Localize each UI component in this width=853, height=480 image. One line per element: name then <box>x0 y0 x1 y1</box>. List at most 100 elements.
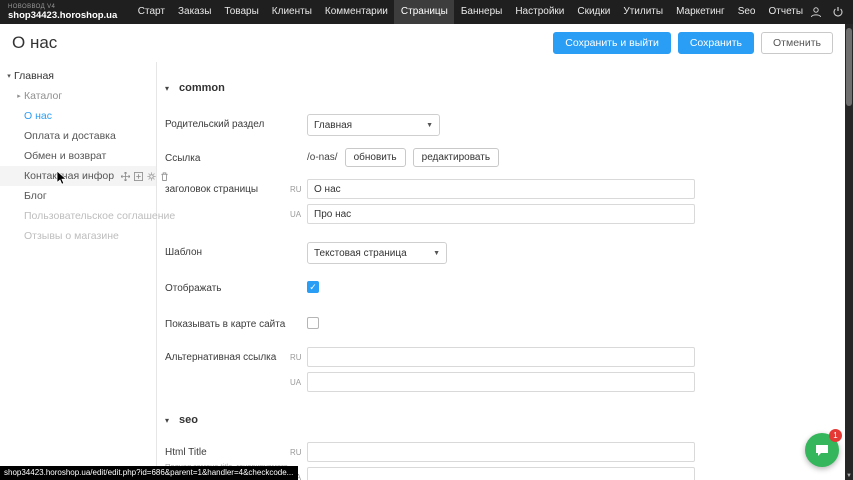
page-title: О нас <box>12 33 57 53</box>
page-title-ua-input[interactable] <box>307 204 695 224</box>
template-select[interactable]: Текстовая страница ▼ <box>307 242 447 264</box>
topbar-icons <box>810 6 845 19</box>
header-actions: Сохранить и выйти Сохранить Отменить <box>553 32 833 55</box>
field-label: Шаблон <box>165 242 290 260</box>
tree-item-shop-reviews[interactable]: Отзывы о магазине <box>0 226 156 246</box>
menu-item-pages[interactable]: Страницы <box>394 0 454 24</box>
scrollbar-thumb[interactable] <box>846 28 852 106</box>
body: ▾ Главная ▸ Каталог О нас Оплата и доста… <box>0 62 845 480</box>
tree-item-label: Контактная инфор <box>24 170 114 182</box>
field-label: Отображать <box>165 278 290 296</box>
form-row-link: Ссылка /o-nas/ обновить редактировать <box>165 148 845 167</box>
form-row-page-title: заголовок страницы RU UA <box>165 179 845 224</box>
menu-item-discounts[interactable]: Скидки <box>571 0 617 24</box>
save-and-exit-button[interactable]: Сохранить и выйти <box>553 32 671 55</box>
brand-logo[interactable]: НОВОВВОД V4 shop34423.horoshop.ua <box>8 4 117 21</box>
link-value: /o-nas/ <box>307 152 338 163</box>
link-preview-statusbar: shop34423.horoshop.ua/edit/edit.php?id=6… <box>0 466 298 480</box>
menu-item-clients[interactable]: Клиенты <box>265 0 318 24</box>
user-icon[interactable] <box>810 6 823 19</box>
selected-value: Главная <box>314 120 422 131</box>
lang-tag-ru: RU <box>290 185 304 194</box>
display-checkbox[interactable]: ✓ <box>307 281 319 293</box>
form-row-display: Отображать ✓ <box>165 278 845 296</box>
brand-domain: shop34423.horoshop.ua <box>8 11 117 21</box>
section-seo[interactable]: ▾ seo <box>165 414 845 426</box>
menu-item-orders[interactable]: Заказы <box>171 0 217 24</box>
section-title: common <box>179 82 225 94</box>
tree-item-label: Пользовательское соглашение <box>24 210 175 222</box>
lang-tag-ua: UA <box>290 210 304 219</box>
tree-item-payment-delivery[interactable]: Оплата и доставка <box>0 126 156 146</box>
field-label: Показывать в карте сайта <box>165 314 290 332</box>
caret-down-icon: ▾ <box>165 416 179 425</box>
alt-link-ua-input[interactable] <box>307 372 695 392</box>
caret-right-icon[interactable]: ▸ <box>14 92 24 100</box>
html-title-ua-input[interactable] <box>307 467 695 480</box>
tree-item-label: Блог <box>24 190 47 202</box>
menu-item-banners[interactable]: Баннеры <box>454 0 508 24</box>
tree-item-catalog[interactable]: ▸ Каталог <box>0 86 156 106</box>
topbar: НОВОВВОД V4 shop34423.horoshop.ua Старт … <box>0 0 853 24</box>
menu-item-utilities[interactable]: Утилиты <box>617 0 670 24</box>
tree-item-about-us[interactable]: О нас <box>0 106 156 126</box>
form-row-alt-link: Альтернативная ссылка RU UA <box>165 347 845 392</box>
save-button[interactable]: Сохранить <box>678 32 754 55</box>
lang-tag-ua: UA <box>290 378 304 387</box>
chevron-down-icon: ▼ <box>433 250 440 257</box>
menu-item-comments[interactable]: Комментарии <box>318 0 394 24</box>
admin-screen: НОВОВВОД V4 shop34423.horoshop.ua Старт … <box>0 0 853 480</box>
tree-item-exchange-return[interactable]: Обмен и возврат <box>0 146 156 166</box>
power-icon[interactable] <box>832 6 845 19</box>
gear-icon[interactable] <box>146 171 156 181</box>
caret-down-icon[interactable]: ▾ <box>4 72 14 80</box>
section-common[interactable]: ▾ common <box>165 82 845 94</box>
tree-item-user-agreement[interactable]: Пользовательское соглашение <box>0 206 156 226</box>
menu-item-settings[interactable]: Настройки <box>509 0 571 24</box>
alt-link-ru-input[interactable] <box>307 347 695 367</box>
tree-item-label: Оплата и доставка <box>24 130 116 142</box>
page-title-ru-input[interactable] <box>307 179 695 199</box>
update-link-button[interactable]: обновить <box>345 148 406 167</box>
page-header: О нас Сохранить и выйти Сохранить Отмени… <box>0 24 845 62</box>
field-label-text: Html Title <box>165 447 207 458</box>
chat-icon <box>814 442 830 458</box>
menu-item-products[interactable]: Товары <box>218 0 265 24</box>
lang-tag-ru: RU <box>290 448 304 457</box>
tree-item-home[interactable]: ▾ Главная <box>0 66 156 86</box>
parent-section-select[interactable]: Главная ▼ <box>307 114 440 136</box>
field-label: заголовок страницы <box>165 179 290 197</box>
html-title-ru-input[interactable] <box>307 442 695 462</box>
chevron-down-icon: ▼ <box>426 122 433 129</box>
lang-tag-ru: RU <box>290 353 304 362</box>
main-menu: Старт Заказы Товары Клиенты Комментарии … <box>131 0 809 24</box>
page-edit-form: ▾ common Родительский раздел Главная ▼ С… <box>157 62 845 480</box>
tree-item-label: О нас <box>24 110 52 122</box>
tree-item-label: Отзывы о магазине <box>24 230 119 242</box>
menu-item-reports[interactable]: Отчеты <box>762 0 810 24</box>
chat-widget-button[interactable]: 1 <box>805 433 839 467</box>
menu-item-seo[interactable]: Seo <box>731 0 762 24</box>
add-icon[interactable] <box>133 171 143 181</box>
field-label: Альтернативная ссылка <box>165 347 290 365</box>
edit-link-button[interactable]: редактировать <box>413 148 499 167</box>
menu-item-start[interactable]: Старт <box>131 0 171 24</box>
form-row-sitemap: Показывать в карте сайта <box>165 314 845 332</box>
chat-unread-badge: 1 <box>829 429 842 442</box>
tree-item-label: Обмен и возврат <box>24 150 106 162</box>
field-label: Родительский раздел <box>165 114 290 132</box>
vertical-scrollbar[interactable]: ▼ <box>845 24 853 480</box>
cancel-button[interactable]: Отменить <box>761 32 833 55</box>
pages-tree-sidebar: ▾ Главная ▸ Каталог О нас Оплата и доста… <box>0 62 157 480</box>
tree-item-contact-info[interactable]: Контактная инфор <box>0 166 156 186</box>
tree-item-label: Каталог <box>24 90 62 102</box>
form-row-parent: Родительский раздел Главная ▼ <box>165 114 845 136</box>
scrollbar-down-arrow-icon[interactable]: ▼ <box>845 473 853 479</box>
brand-version-label: НОВОВВОД V4 <box>8 4 117 10</box>
move-icon[interactable] <box>120 171 130 181</box>
section-title: seo <box>179 414 198 426</box>
field-label: Ссылка <box>165 148 290 166</box>
sitemap-checkbox[interactable] <box>307 317 319 329</box>
menu-item-marketing[interactable]: Маркетинг <box>670 0 732 24</box>
tree-item-blog[interactable]: Блог <box>0 186 156 206</box>
